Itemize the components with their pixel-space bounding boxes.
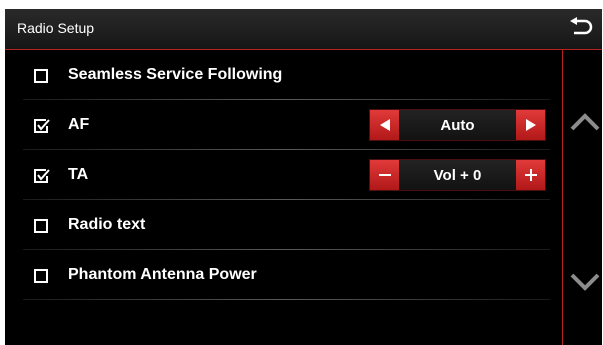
setting-row-af[interactable]: AF Auto	[5, 100, 562, 150]
af-next-button[interactable]	[516, 110, 545, 140]
ta-increase-button[interactable]	[516, 160, 545, 190]
setting-label: Seamless Service Following	[68, 66, 283, 83]
setting-label: Phantom Antenna Power	[68, 266, 257, 283]
back-arrow-icon	[570, 17, 593, 35]
setting-label: AF	[68, 116, 90, 133]
setting-label: Radio text	[68, 216, 146, 233]
minus-icon	[378, 174, 391, 176]
setting-label: TA	[68, 166, 89, 183]
af-select-control: Auto	[369, 109, 546, 141]
page-title: Radio Setup	[17, 20, 95, 36]
row-divider	[23, 299, 550, 300]
checkbox-unchecked-icon[interactable]	[34, 69, 48, 83]
ta-decrease-button[interactable]	[370, 160, 399, 190]
scroll-divider	[562, 50, 563, 345]
setting-row-phantom-antenna-power[interactable]: Phantom Antenna Power	[5, 250, 562, 300]
plus-icon	[524, 169, 537, 181]
header-bar: Radio Setup	[5, 9, 602, 50]
setting-row-ta[interactable]: TA Vol + 0	[5, 150, 562, 200]
checkbox-checked-icon[interactable]	[34, 169, 50, 183]
scroll-up-button[interactable]	[568, 110, 602, 134]
triangle-left-icon	[379, 119, 390, 131]
triangle-right-icon	[525, 119, 536, 131]
setting-row-radio-text[interactable]: Radio text	[5, 200, 562, 250]
chevron-down-icon	[570, 273, 600, 291]
scroll-down-button[interactable]	[568, 270, 602, 294]
radio-setup-screen: Radio Setup Seamless Service Following A…	[5, 9, 602, 345]
checkbox-checked-icon[interactable]	[34, 119, 50, 133]
af-value: Auto	[440, 116, 475, 134]
checkbox-unchecked-icon[interactable]	[34, 269, 48, 283]
checkbox-unchecked-icon[interactable]	[34, 219, 48, 233]
ta-volume-stepper: Vol + 0	[369, 159, 546, 191]
af-previous-button[interactable]	[370, 110, 399, 140]
back-button[interactable]	[566, 15, 596, 43]
chevron-up-icon	[570, 113, 600, 131]
ta-volume-value: Vol + 0	[433, 166, 482, 184]
setting-row-seamless-service-following[interactable]: Seamless Service Following	[5, 50, 562, 100]
